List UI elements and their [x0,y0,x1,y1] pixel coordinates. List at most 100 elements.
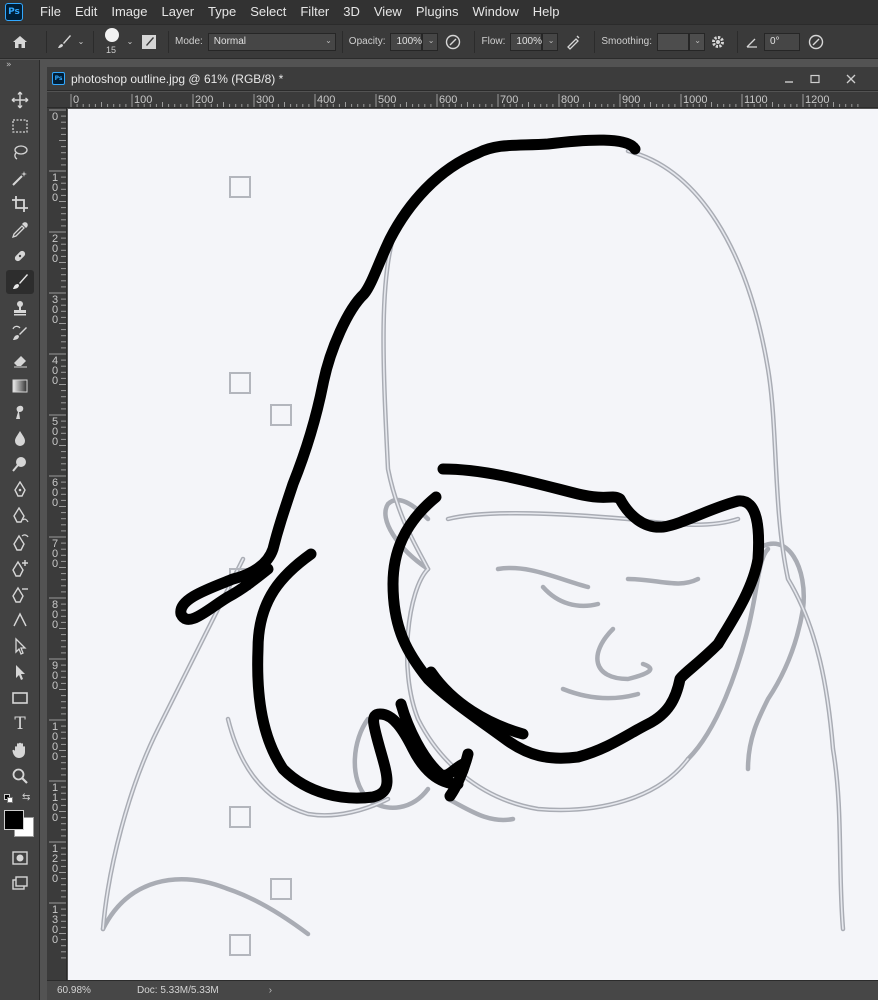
magic-wand-tool-icon[interactable] [6,166,34,190]
ruler-label: 1200 [805,94,829,106]
chevron-down-icon: ⌄ [694,35,701,45]
pressure-size-icon[interactable] [804,34,828,50]
ruler-label: 0 [52,192,58,204]
vertical-ruler-ticks: 0100200300400500600700800900100011001200… [49,109,66,959]
screen-mode-icon[interactable] [6,872,34,896]
smoothing-slider-toggle[interactable]: ⌄ [688,32,705,51]
mode-label: Mode: [175,36,203,47]
separator [46,30,47,53]
brush-preset-picker[interactable]: 15 [100,25,124,59]
path-selection-tool-icon[interactable] [6,634,34,658]
document-tab[interactable]: Ps photoshop outline.jpg @ 61% (RGB/8) * [47,67,878,91]
minimize-icon[interactable] [777,69,801,89]
default-colors-icon[interactable] [4,794,14,804]
type-tool-icon[interactable]: T [6,712,34,736]
crop-tool-icon[interactable] [6,192,34,216]
menu-view[interactable]: View [367,0,409,24]
healing-brush-tool-icon[interactable] [6,244,34,268]
chevron-down-icon[interactable]: ⌄ [124,37,136,46]
history-brush-tool-icon[interactable] [6,322,34,346]
zoom-level[interactable]: 60.98% [47,985,97,996]
pen-tool-icon[interactable] [6,478,34,502]
lasso-tool-icon[interactable] [6,140,34,164]
separator [594,30,596,53]
flow-input[interactable]: 100% [510,32,543,51]
ruler-label: 0 [52,436,58,448]
status-menu-arrow-icon[interactable]: › [269,985,272,996]
horizontal-ruler[interactable]: 0 100 200 300 400 500 600 700 800 900 1000 1100 1200 [47,92,878,108]
eraser-tool-icon[interactable] [6,348,34,372]
menu-select[interactable]: Select [243,0,293,24]
close-icon[interactable] [839,69,863,89]
expand-panel-icon[interactable]: » [6,60,12,70]
menu-layer[interactable]: Layer [155,0,202,24]
chevron-down-icon[interactable]: ⌄ [75,37,87,46]
convert-point-tool-icon[interactable] [6,608,34,632]
move-tool-icon[interactable] [6,88,34,112]
ruler-label: 300 [256,94,274,106]
clone-stamp-tool-icon[interactable] [6,296,34,320]
menu-filter[interactable]: Filter [293,0,336,24]
smoothing-input[interactable] [656,32,689,51]
menu-help[interactable]: Help [526,0,567,24]
blur-tool-icon[interactable] [6,426,34,450]
airbrush-icon[interactable] [558,34,588,50]
canvas[interactable] [68,109,878,980]
quick-mask-icon[interactable] [6,846,34,870]
separator [736,30,738,53]
maximize-icon[interactable] [803,69,827,89]
marquee-tool-icon[interactable] [6,114,34,138]
dodge-tool-icon[interactable] [6,452,34,476]
add-anchor-point-tool-icon[interactable] [6,556,34,580]
pressure-opacity-icon[interactable] [438,34,468,50]
gear-icon[interactable] [705,34,731,50]
curvature-pen-tool-icon[interactable] [6,530,34,554]
delete-anchor-point-tool-icon[interactable] [6,582,34,606]
angle-value: 0° [769,36,780,47]
ruler-label: 0 [52,314,58,326]
opacity-slider-toggle[interactable]: ⌄ [422,32,439,51]
menu-bar: Ps File Edit Image Layer Type Select Fil… [0,0,878,24]
ruler-label: 800 [561,94,579,106]
artwork [68,109,878,980]
brush-tool-icon[interactable] [6,270,34,294]
chevron-down-icon: ⌄ [547,35,555,45]
flow-slider-toggle[interactable]: ⌄ [542,32,559,51]
ruler-label: 0 [73,94,79,106]
ruler-label: 0 [52,497,58,509]
flow-value: 100% [516,36,542,47]
menu-file[interactable]: File [33,0,68,24]
gradient-tool-icon[interactable] [6,374,34,398]
direct-selection-tool-icon[interactable] [6,660,34,684]
ruler-label: 0 [52,619,58,631]
ruler-label: 1100 [744,94,768,106]
mode-value: Normal [213,36,247,47]
rectangle-tool-icon[interactable] [6,686,34,710]
document-title: photoshop outline.jpg @ 61% (RGB/8) * [71,71,284,86]
menu-plugins[interactable]: Plugins [409,0,466,24]
brush-settings-icon[interactable] [136,34,162,50]
brush-icon[interactable] [53,34,75,50]
menu-window[interactable]: Window [465,0,525,24]
zoom-tool-icon[interactable] [6,764,34,788]
home-icon[interactable] [0,33,40,51]
angle-icon [744,35,760,49]
mode-select[interactable]: Normal ⌄ [207,32,336,51]
menu-3d[interactable]: 3D [336,0,367,24]
freeform-pen-tool-icon[interactable] [6,504,34,528]
opacity-input[interactable]: 100% [390,32,423,51]
swap-colors-icon[interactable]: ⇆ [22,792,30,803]
foreground-color-swatch[interactable] [4,810,24,830]
vertical-ruler[interactable]: 0100200300400500600700800900100011001200… [47,108,67,980]
status-bar: 60.98% Doc: 5.33M/5.33M › [47,980,878,1000]
eyedropper-tool-icon[interactable] [6,218,34,242]
hand-tool-icon[interactable] [6,738,34,762]
menu-edit[interactable]: Edit [68,0,104,24]
options-bar: ⌄ 15 ⌄ Mode: Normal ⌄ Opacity: 100% ⌄ Fl… [0,24,878,59]
photoshop-logo[interactable]: Ps [5,3,23,21]
separator [341,30,343,53]
smudge-tool-icon[interactable] [6,400,34,424]
angle-input[interactable]: 0° [763,32,800,51]
menu-type[interactable]: Type [201,0,243,24]
menu-image[interactable]: Image [104,0,154,24]
